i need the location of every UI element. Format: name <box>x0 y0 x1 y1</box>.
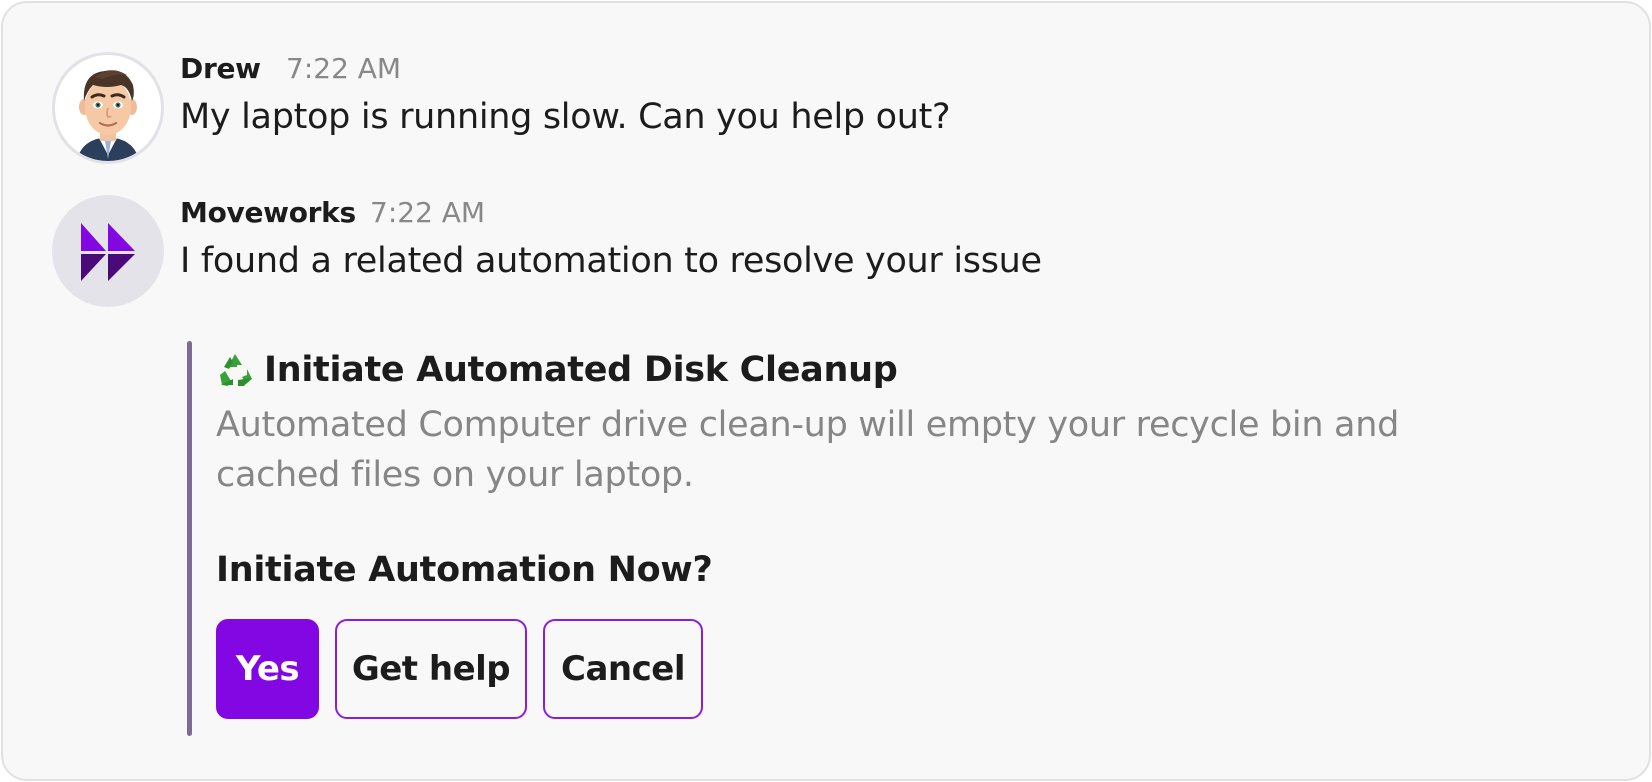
moveworks-logo-icon <box>81 223 135 281</box>
chat-card: Drew 7:22 AM My laptop is running slow. … <box>1 1 1651 781</box>
automation-question: Initiate Automation Now? <box>216 550 713 590</box>
drew-avatar[interactable] <box>52 52 164 164</box>
attachment-title: Initiate Automated Disk Cleanup <box>216 348 898 392</box>
user-avatar-icon <box>77 70 139 161</box>
message-timestamp[interactable]: 7:22 AM <box>370 195 485 231</box>
get-help-button[interactable]: Get help <box>335 619 527 719</box>
message-text: I found a related automation to resolve … <box>180 241 1042 281</box>
sender-name[interactable]: Moveworks <box>180 195 356 231</box>
sender-name[interactable]: Drew <box>180 51 261 87</box>
attachment-title-text: Initiate Automated Disk Cleanup <box>264 350 898 390</box>
moveworks-avatar[interactable] <box>52 195 164 307</box>
yes-button[interactable]: Yes <box>216 619 319 719</box>
attachment-accent-bar <box>187 341 192 736</box>
cancel-button[interactable]: Cancel <box>543 619 703 719</box>
message-text: My laptop is running slow. Can you help … <box>180 97 951 137</box>
attachment-description: Automated Computer drive clean-up will e… <box>216 405 1399 495</box>
recycle-icon <box>216 351 254 389</box>
message-timestamp[interactable]: 7:22 AM <box>286 51 401 87</box>
